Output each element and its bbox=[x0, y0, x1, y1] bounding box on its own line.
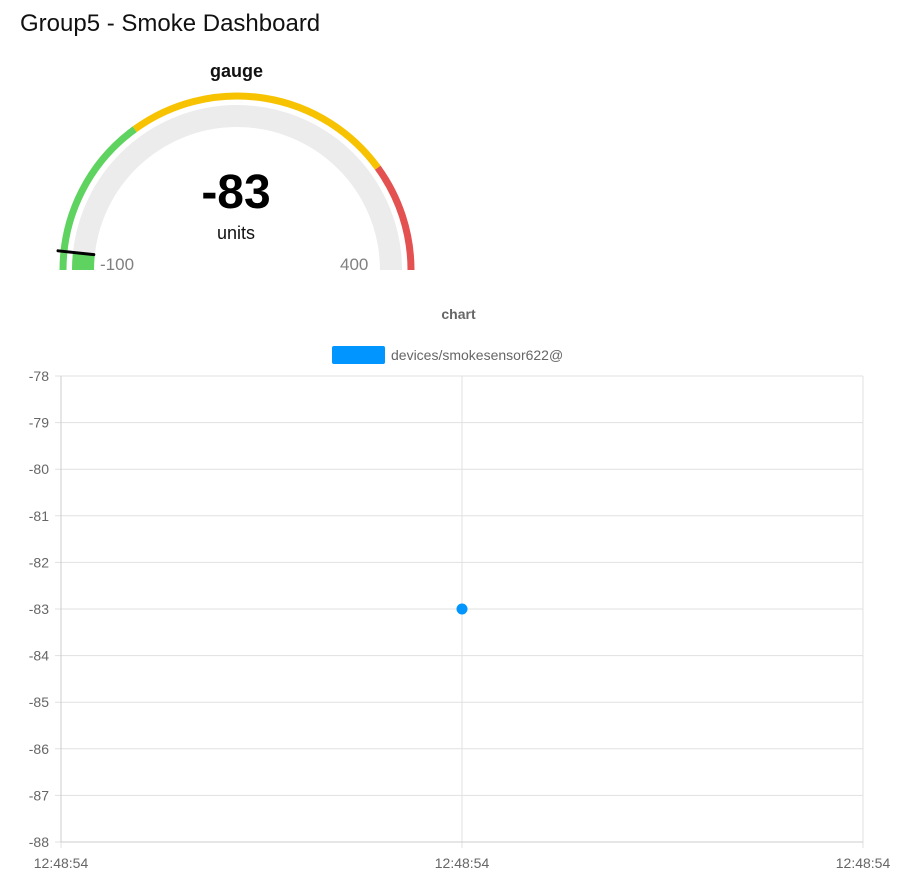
dashboard-page: Group5 - Smoke Dashboard gauge -83 units… bbox=[0, 0, 917, 896]
y-tick-label: -80 bbox=[29, 461, 49, 477]
y-tick-label: -83 bbox=[29, 601, 49, 617]
data-point[interactable] bbox=[456, 603, 468, 615]
line-chart: -78 -79 -80 -81 -82 -83 -84 -85 -86 -87 -88 12:48:5… bbox=[29, 368, 891, 871]
x-tick-label: 12:48:54 bbox=[34, 855, 89, 871]
gauge-value: -83 bbox=[201, 166, 271, 219]
gauge-widget: gauge -83 units -100 400 bbox=[0, 55, 480, 285]
gauge-fill bbox=[72, 252, 95, 271]
y-tick-label: -86 bbox=[29, 741, 49, 757]
y-tick-label: -88 bbox=[29, 834, 49, 850]
chart-title: chart bbox=[441, 306, 476, 322]
y-tick-label: -85 bbox=[29, 694, 49, 710]
y-tick-label: -81 bbox=[29, 508, 49, 524]
y-tick-label: -87 bbox=[29, 787, 49, 803]
y-tick-label: -78 bbox=[29, 368, 49, 384]
page-title: Group5 - Smoke Dashboard bbox=[20, 10, 321, 37]
gauge-min-label: -100 bbox=[100, 255, 135, 274]
x-tick-label: 12:48:54 bbox=[435, 855, 490, 871]
gauge-units: units bbox=[216, 223, 256, 243]
x-tick-label: 12:48:54 bbox=[836, 855, 891, 871]
y-tick-label: -82 bbox=[29, 554, 49, 570]
y-tick-label: -79 bbox=[29, 415, 49, 431]
gauge-title: gauge bbox=[209, 61, 263, 81]
gauge-max-label: 400 bbox=[340, 255, 369, 274]
y-tick-label: -84 bbox=[29, 648, 49, 664]
